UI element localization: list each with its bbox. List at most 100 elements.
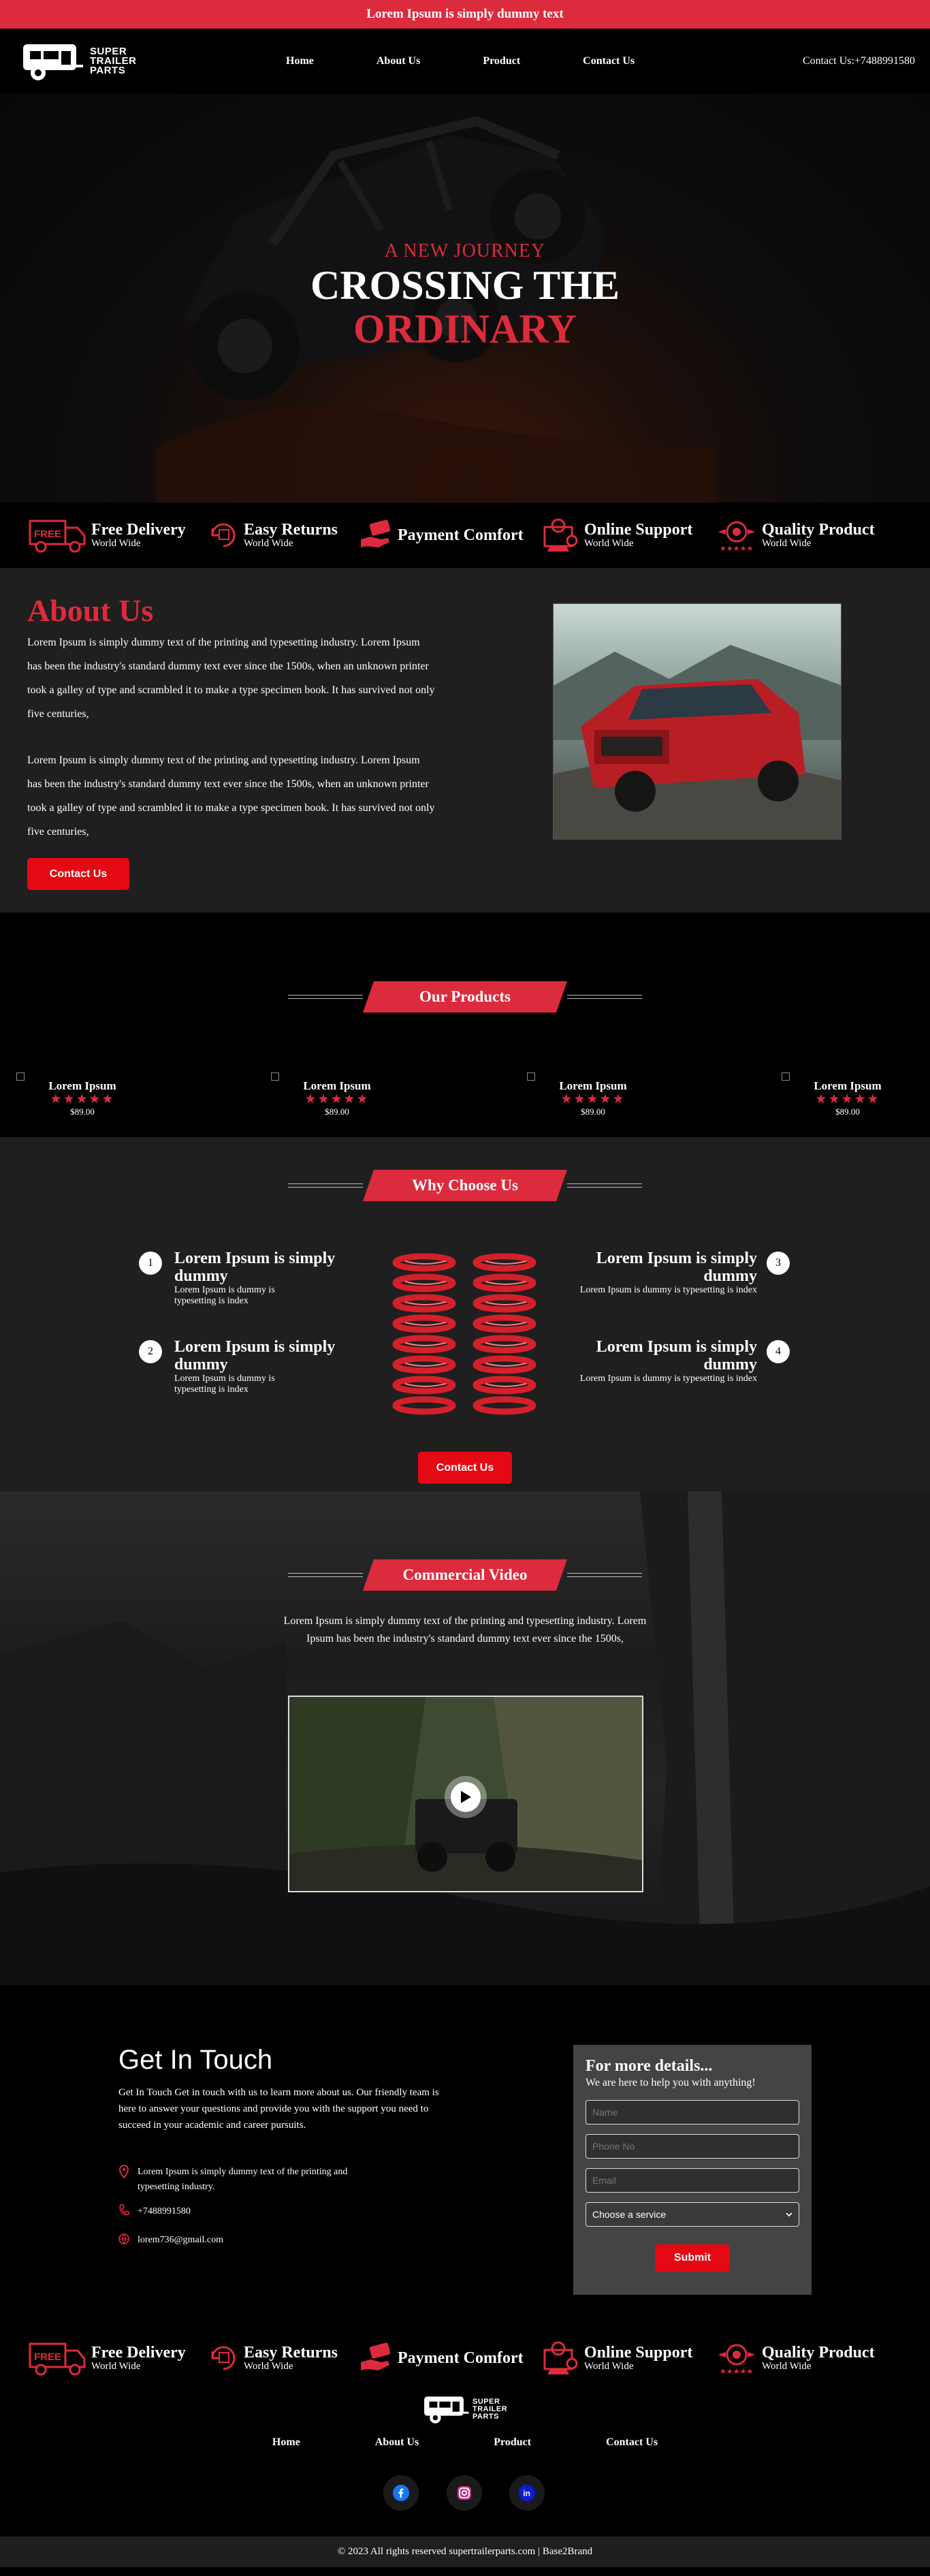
why-title: Lorem Ipsum is simply dummy	[174, 1250, 336, 1285]
contact-form: For more details... We are here to help …	[573, 2045, 812, 2295]
truck-icon: FREE	[29, 520, 86, 553]
copyright-text: © 2023 All rights reserved supertrailerp…	[337, 2546, 593, 2557]
returns-icon	[211, 2346, 236, 2370]
linkedin-icon: in	[519, 2485, 535, 2501]
video-player[interactable]	[288, 1696, 643, 1892]
feature-title: Free Delivery	[91, 2344, 186, 2362]
why-contact-button[interactable]: Contact Us	[418, 1452, 512, 1484]
divider-line	[288, 1573, 363, 1577]
product-card[interactable]: Lorem Ipsum ★★★★★ $89.00	[527, 1072, 651, 1117]
copyright-bar: © 2023 All rights reserved supertrailerp…	[0, 2537, 930, 2567]
announcement-text: Lorem Ipsum is simply dummy text	[366, 7, 564, 21]
about-heading: About Us	[27, 593, 154, 628]
why-desc: Lorem Ipsum is dummy is typesetting is i…	[174, 1373, 275, 1395]
payment-hand-icon	[361, 2342, 391, 2370]
product-name: Lorem Ipsum	[303, 1079, 371, 1092]
broken-image-icon	[527, 1072, 535, 1081]
product-rating: ★★★★★	[304, 1092, 370, 1107]
address-text: Lorem Ipsum is simply dummy text of the …	[138, 2167, 348, 2192]
product-price: $89.00	[581, 1107, 605, 1117]
product-name: Lorem Ipsum	[48, 1079, 116, 1092]
why-desc: Lorem Ipsum is dummy is typesetting is i…	[174, 1285, 275, 1306]
feature-title: Online Support	[584, 2344, 693, 2362]
why-heading: Why Choose Us	[363, 1170, 567, 1201]
footer-nav-about-us[interactable]: About Us	[375, 2436, 419, 2449]
footer-logo[interactable]: SUPER TRAILER PARTS	[422, 2394, 517, 2425]
about-section: About Us Lorem Ipsum is simply dummy tex…	[0, 568, 930, 912]
feature-title: Quality Product	[762, 521, 875, 539]
products-heading-wrap: Our Products	[0, 981, 930, 1013]
feature-free-delivery: FREE Free Delivery World Wide	[29, 2338, 207, 2378]
hero-subtitle: A NEW JOURNEY	[384, 240, 546, 261]
contact-description: Get In Touch Get in touch with us to lea…	[118, 2087, 439, 2131]
nav-about-us[interactable]: About Us	[376, 55, 420, 67]
name-input[interactable]	[586, 2100, 799, 2125]
footer-nav-home[interactable]: Home	[272, 2436, 300, 2449]
footer-nav: Home About Us Product Contact Us	[0, 2436, 930, 2449]
product-card[interactable]: Lorem Ipsum ★★★★★ $89.00	[271, 1072, 395, 1117]
support-icon	[543, 2341, 578, 2374]
why-title: Lorem Ipsum is simply dummy	[174, 1338, 336, 1373]
footer-nav-product[interactable]: Product	[494, 2436, 531, 2449]
site-header: SUPER TRAILER PARTS Home About Us Produc…	[0, 29, 930, 94]
feature-quality-product: ★★★★★ Quality Product World Wide	[716, 518, 875, 552]
location-pin-icon	[118, 2165, 129, 2178]
product-name: Lorem Ipsum	[814, 1079, 882, 1092]
why-item-4: Lorem Ipsum is simply dummy Lorem Ipsum …	[553, 1338, 757, 1384]
phone-icon	[119, 2204, 129, 2216]
service-select-value: Choose a service	[592, 2209, 667, 2220]
logo-text: SUPER TRAILER PARTS	[90, 46, 137, 76]
feature-free-delivery: FREE Free Delivery World Wide	[29, 515, 207, 555]
hero-title-line1: CROSSING THE	[310, 263, 620, 308]
about-contact-button[interactable]: Contact Us	[27, 858, 129, 890]
feature-title: Easy Returns	[244, 521, 338, 539]
why-number: 1	[139, 1252, 162, 1275]
contact-email[interactable]: lorem736@gmail.com	[118, 2233, 223, 2248]
email-input[interactable]	[586, 2168, 799, 2193]
product-name: Lorem Ipsum	[559, 1079, 627, 1092]
site-footer: FREE Free Delivery World Wide Easy Retur…	[0, 2325, 930, 2537]
divider-line	[567, 1183, 642, 1188]
hero-title-line2: ORDINARY	[353, 306, 577, 351]
why-number: 2	[139, 1340, 162, 1363]
linkedin-link[interactable]: in	[509, 2475, 545, 2511]
submit-button[interactable]: Submit	[655, 2244, 730, 2272]
payment-hand-icon	[361, 520, 391, 547]
svg-text:★★★★★: ★★★★★	[720, 2368, 753, 2375]
footer-features-strip: FREE Free Delivery World Wide Easy Retur…	[0, 2325, 930, 2391]
truck-icon: FREE	[29, 2342, 86, 2376]
contact-heading: Get In Touch	[118, 2045, 273, 2075]
globe-icon	[118, 2233, 129, 2245]
header-contact[interactable]: Contact Us:+7488991580	[803, 55, 915, 67]
phone-input[interactable]	[586, 2134, 799, 2159]
nav-contact-us[interactable]: Contact Us	[583, 55, 635, 67]
instagram-link[interactable]	[447, 2475, 482, 2511]
feature-title: Payment Comfort	[398, 2349, 524, 2367]
footer-nav-contact-us[interactable]: Contact Us	[606, 2436, 658, 2449]
nav-home[interactable]: Home	[286, 55, 314, 67]
why-desc: Lorem Ipsum is dummy is typesetting is i…	[579, 1285, 757, 1295]
feature-sub: World Wide	[584, 2361, 634, 2372]
why-desc: Lorem Ipsum is dummy is typesetting is i…	[579, 1373, 757, 1384]
product-card[interactable]: Lorem Ipsum ★★★★★ $89.00	[16, 1072, 140, 1117]
feature-sub: World Wide	[762, 2361, 812, 2372]
broken-image-icon	[782, 1072, 790, 1081]
nav-product[interactable]: Product	[483, 55, 520, 67]
svg-text:in: in	[523, 2489, 530, 2498]
feature-quality-product: ★★★★★ Quality Product World Wide	[716, 2341, 875, 2375]
free-badge-text: FREE	[34, 528, 61, 540]
divider-line	[567, 1573, 642, 1577]
play-icon	[461, 1791, 471, 1803]
quality-icon: ★★★★★	[718, 521, 755, 552]
feature-sub: World Wide	[244, 538, 293, 549]
facebook-link[interactable]	[383, 2475, 419, 2511]
about-paragraph-2: Lorem Ipsum is simply dummy text of the …	[27, 754, 435, 838]
product-rating: ★★★★★	[815, 1092, 880, 1107]
play-button[interactable]	[445, 1776, 487, 1818]
site-logo[interactable]: SUPER TRAILER PARTS	[20, 40, 143, 82]
red-coil-springs-image	[392, 1253, 536, 1415]
product-card[interactable]: Lorem Ipsum ★★★★★ $89.00	[782, 1072, 905, 1117]
form-subheading: We are here to help you with anything!	[586, 2077, 756, 2088]
service-select[interactable]: Choose a service	[586, 2202, 799, 2227]
contact-phone[interactable]: +7488991580	[118, 2204, 191, 2219]
